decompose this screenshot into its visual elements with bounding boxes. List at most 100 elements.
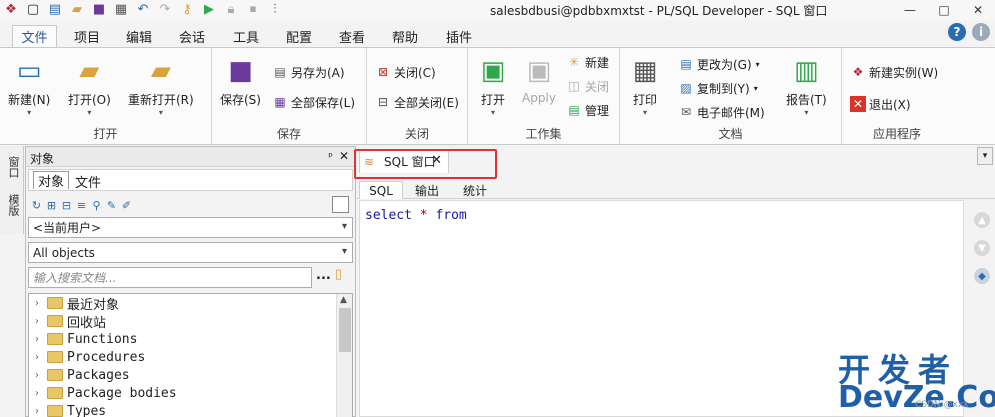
minimize-button[interactable]: —: [893, 0, 927, 20]
workset-new-button[interactable]: ✳ 新建: [566, 52, 609, 72]
add-filter-icon[interactable]: ✎: [105, 198, 118, 212]
tab-view[interactable]: 查看: [333, 25, 371, 47]
tree-item[interactable]: › Procedures: [35, 348, 145, 366]
new-instance-button[interactable]: ❖ 新建实例(W): [850, 62, 939, 82]
chevron-right-icon[interactable]: ›: [35, 388, 47, 399]
configure-icon[interactable]: ⫶: [267, 2, 283, 18]
chevron-right-icon[interactable]: ›: [35, 316, 47, 327]
undo-icon[interactable]: ↶: [135, 2, 151, 18]
report-icon: ▥: [794, 56, 819, 86]
workset-close-button[interactable]: ◫ 关闭: [566, 76, 609, 96]
tree-item[interactable]: › 回收站: [35, 312, 106, 331]
find-icon[interactable]: ⚲: [90, 198, 103, 212]
copy-to-button[interactable]: ▨ 复制到(Y) ▾: [678, 78, 757, 98]
execute-icon[interactable]: ▶: [201, 2, 217, 18]
tab-files[interactable]: 文件: [71, 172, 105, 191]
open-folder-icon[interactable]: ▰: [69, 2, 85, 18]
tab-edit[interactable]: 编辑: [120, 25, 158, 47]
tab-list-dropdown[interactable]: ▾: [977, 147, 993, 165]
tree-item[interactable]: › Types: [35, 402, 106, 417]
print-button[interactable]: ▦ 打印 ▾: [628, 54, 662, 117]
toggle-checkbox[interactable]: [332, 196, 349, 213]
change-to-button[interactable]: ▤ 更改为(G) ▾: [678, 54, 759, 74]
tab-session[interactable]: 会话: [173, 25, 211, 47]
save-icon[interactable]: ■: [91, 2, 107, 18]
report-button[interactable]: ▥ 报告(T) ▾: [786, 54, 827, 117]
arrow-up-icon[interactable]: ▲: [974, 212, 990, 228]
chevron-down-icon: ▾: [341, 246, 347, 257]
tab-output[interactable]: 输出: [405, 181, 449, 199]
close-button[interactable]: ✕: [961, 0, 995, 20]
bookmark-icon[interactable]: ◆: [974, 268, 990, 284]
info-icon[interactable]: i: [972, 23, 990, 41]
redo-icon[interactable]: ↷: [157, 2, 173, 18]
tab-plugins[interactable]: 插件: [440, 25, 478, 47]
tab-objects[interactable]: 对象: [33, 171, 70, 190]
tree-item[interactable]: › 最近对象: [35, 294, 119, 313]
panel-title: 对象: [30, 152, 55, 166]
maximize-button[interactable]: □: [927, 0, 961, 20]
edit-filter-icon[interactable]: ✐: [120, 198, 133, 212]
ribbon-group-application: ❖ 新建实例(W) ✕ 退出(X) 应用程序: [842, 48, 952, 144]
open-button[interactable]: ▰ 打开(O) ▾: [68, 54, 111, 117]
ribbon-group-label: 应用程序: [872, 127, 921, 141]
expand-all-icon[interactable]: ⊞: [45, 198, 58, 212]
object-filter-select[interactable]: All objects ▾: [28, 242, 353, 263]
chevron-right-icon[interactable]: ›: [35, 406, 47, 417]
workset-open-button[interactable]: ▣ 打开 ▾: [476, 54, 510, 117]
chevron-right-icon[interactable]: ›: [35, 370, 47, 381]
help-icon[interactable]: ?: [948, 23, 966, 41]
side-tab-templates[interactable]: 模版: [3, 188, 21, 222]
chevron-right-icon[interactable]: ›: [35, 334, 47, 345]
tab-help[interactable]: 帮助: [386, 25, 424, 47]
folder-icon: [47, 297, 63, 309]
ribbon-group-close: ⊠ 关闭(C) ⊟ 全部关闭(E) 关闭: [367, 48, 468, 144]
close-all-button[interactable]: ⊟ 全部关闭(E): [375, 92, 459, 112]
arrow-down-icon[interactable]: ▼: [974, 240, 990, 256]
tree-item[interactable]: › Package bodies: [35, 384, 177, 402]
save-as-button[interactable]: ▤ 另存为(A): [272, 62, 344, 82]
lock-icon[interactable]: 🔒︎: [223, 2, 239, 18]
search-options-button[interactable]: ...: [316, 268, 331, 283]
search-input[interactable]: 输入搜索文档...: [28, 267, 312, 288]
tab-tools[interactable]: 工具: [227, 25, 265, 47]
new-search-icon[interactable]: ▯: [335, 267, 342, 282]
break-icon[interactable]: ⏹: [245, 2, 261, 18]
folder-icon: [47, 369, 63, 381]
workset-apply-button[interactable]: ▣ Apply: [522, 54, 556, 105]
tree-item[interactable]: › Functions: [35, 330, 137, 348]
key-icon[interactable]: ⚷: [179, 2, 195, 18]
tree-scrollbar[interactable]: ▲: [336, 294, 352, 417]
new-dropdown-icon[interactable]: ▤: [47, 2, 63, 18]
tab-sql[interactable]: SQL: [359, 181, 403, 199]
scroll-thumb[interactable]: [339, 308, 351, 352]
save-all-button[interactable]: ▦ 全部保存(L): [272, 92, 355, 112]
tab-project[interactable]: 项目: [68, 25, 106, 47]
tree-item[interactable]: › Packages: [35, 366, 130, 384]
user-select[interactable]: <当前用户> ▾: [28, 217, 353, 238]
collapse-all-icon[interactable]: ⊟: [60, 198, 73, 212]
filter-icon[interactable]: ≡: [75, 198, 88, 212]
email-button[interactable]: ✉ 电子邮件(M): [678, 102, 765, 122]
ribbon-group-label: 工作集: [525, 127, 562, 141]
reopen-button[interactable]: ▰ 重新打开(R) ▾: [128, 54, 194, 117]
print-icon[interactable]: ▦: [113, 2, 129, 18]
refresh-icon[interactable]: ↻: [30, 198, 43, 212]
new-button[interactable]: ▭ 新建(N) ▾: [8, 54, 50, 117]
tab-file[interactable]: 文件: [12, 25, 57, 47]
panel-close-icon[interactable]: ✕: [339, 149, 349, 163]
pin-icon[interactable]: ᵖ: [328, 150, 333, 163]
exit-button[interactable]: ✕ 退出(X): [850, 94, 911, 114]
tab-statistics[interactable]: 统计: [453, 181, 497, 199]
reopen-folder-icon: ▰: [150, 56, 171, 86]
workset-manage-button[interactable]: ▤ 管理: [566, 100, 609, 120]
sql-code-line[interactable]: select * from: [365, 208, 467, 223]
close-file-button[interactable]: ⊠ 关闭(C): [375, 62, 436, 82]
tab-configure[interactable]: 配置: [280, 25, 318, 47]
chevron-right-icon[interactable]: ›: [35, 298, 47, 309]
chevron-right-icon[interactable]: ›: [35, 352, 47, 363]
side-tab-windows[interactable]: 窗口: [3, 150, 21, 184]
new-file-icon[interactable]: ▢: [25, 2, 41, 18]
save-button[interactable]: ■ 保存(S): [220, 54, 261, 108]
scroll-up-icon[interactable]: ▲: [340, 295, 347, 305]
